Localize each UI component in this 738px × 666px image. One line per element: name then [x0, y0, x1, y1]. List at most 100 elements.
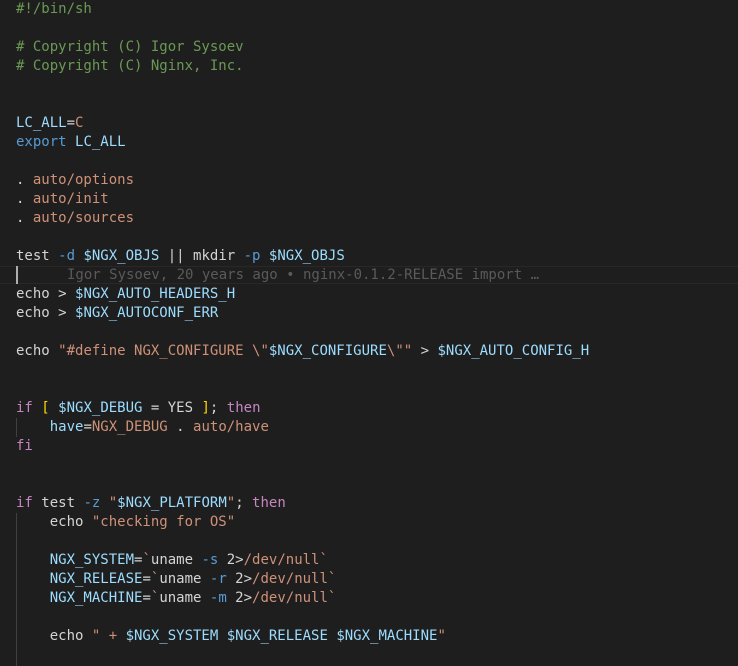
code-token: echo > — [16, 305, 76, 321]
code-token: uname — [150, 552, 202, 568]
code-token: "checking for OS" — [91, 514, 236, 530]
code-token: -d — [58, 248, 76, 264]
code-token: " — [437, 628, 446, 644]
code-token: ` — [142, 552, 151, 568]
code-token: # Copyright (C) Igor Sysoev — [16, 39, 244, 55]
code-token: -s — [201, 552, 219, 568]
code-line[interactable]: echo "checking for OS" — [16, 513, 235, 532]
code-token: = — [83, 419, 92, 435]
text-cursor — [16, 266, 18, 284]
code-line[interactable]: echo > $NGX_AUTOCONF_ERR — [16, 304, 218, 323]
code-token: $NGX_AUTOCONF_ERR — [75, 305, 219, 321]
code-line[interactable]: have=NGX_DEBUG . auto/have — [16, 418, 269, 437]
code-token: 2> — [226, 571, 253, 587]
code-token: have — [49, 419, 84, 435]
code-token: /dev/null` — [252, 571, 337, 587]
code-token: \"" — [386, 343, 413, 359]
code-token: then — [226, 400, 261, 416]
code-token: $NGX_OBJS — [268, 248, 345, 264]
code-line[interactable]: NGX_RELEASE=`uname -r 2>/dev/null` — [16, 570, 337, 589]
code-token: LC_ALL — [75, 134, 126, 150]
code-token: $NGX_AUTO_CONFIG_H — [437, 343, 590, 359]
code-line[interactable]: echo > $NGX_AUTO_HEADERS_H — [16, 285, 235, 304]
code-token: = — [142, 571, 151, 587]
code-token: . — [16, 210, 33, 226]
code-token: LC_ALL — [16, 115, 67, 131]
code-token: 2> — [218, 552, 244, 568]
code-token: 2> — [226, 590, 253, 606]
code-line[interactable]: echo "#define NGX_CONFIGURE \"$NGX_CONFI… — [16, 342, 589, 361]
code-line[interactable]: fi — [16, 437, 33, 456]
code-token: $NGX_PLATFORM — [117, 495, 227, 511]
code-token: fi — [16, 438, 33, 454]
code-token: if — [16, 495, 33, 511]
code-token: /dev/null` — [243, 552, 328, 568]
code-line[interactable]: . auto/init — [16, 190, 109, 209]
code-token: then — [252, 495, 286, 511]
code-token: -m — [209, 590, 227, 606]
code-token: uname — [159, 571, 210, 587]
code-token: [ — [41, 400, 50, 416]
code-line[interactable]: . auto/options — [16, 171, 134, 190]
code-token: NGX_MACHINE — [49, 590, 143, 606]
code-line[interactable]: if [ $NGX_DEBUG = YES ]; then — [16, 399, 261, 418]
code-editor[interactable]: #!/bin/sh # Copyright (C) Igor Sysoev # Co… — [0, 0, 738, 666]
code-token: # Copyright (C) Nginx, Inc. — [16, 58, 244, 74]
code-token: " — [226, 495, 236, 511]
code-token: export — [16, 134, 67, 150]
code-token: = — [142, 590, 151, 606]
code-token: $NGX_DEBUG — [58, 400, 143, 416]
code-token: ] — [201, 400, 210, 416]
code-token: > — [412, 343, 438, 359]
code-token: " + — [91, 628, 126, 644]
code-line[interactable]: echo " + $NGX_SYSTEM $NGX_RELEASE $NGX_M… — [16, 627, 446, 646]
code-token: echo — [16, 514, 92, 530]
code-line[interactable]: NGX_MACHINE=`uname -m 2>/dev/null` — [16, 589, 337, 608]
git-blame-annotation[interactable]: Igor Sysoev, 20 years ago • nginx-0.1.2-… — [67, 266, 539, 284]
code-token: C — [75, 115, 84, 131]
code-token: uname — [159, 590, 210, 606]
code-line[interactable]: NGX_SYSTEM=`uname -s 2>/dev/null` — [16, 551, 328, 570]
code-token: -r — [209, 571, 227, 587]
code-token: . — [16, 172, 33, 188]
code-token: NGX_SYSTEM — [49, 552, 135, 568]
code-line[interactable]: if test -z "$NGX_PLATFORM"; then — [16, 494, 286, 513]
code-token: $NGX_OBJS — [83, 248, 160, 264]
code-line[interactable]: test -d $NGX_OBJS || mkdir -p $NGX_OBJS — [16, 247, 345, 266]
code-token: "#define NGX_CONFIGURE \" — [58, 343, 269, 359]
code-line[interactable]: # Copyright (C) Nginx, Inc. — [16, 57, 244, 76]
code-token: auto/options — [32, 172, 135, 188]
code-token: = YES — [142, 400, 202, 416]
code-token: $NGX_CONFIGURE — [268, 343, 387, 359]
code-token: $NGX_MACHINE — [336, 628, 438, 644]
code-token: echo — [16, 628, 92, 644]
code-token: $NGX_AUTO_HEADERS_H — [75, 286, 236, 302]
code-token: echo > — [16, 286, 76, 302]
code-token: " — [108, 495, 118, 511]
code-token: /dev/null` — [252, 590, 337, 606]
code-token: ; — [235, 495, 253, 511]
code-line[interactable]: . auto/sources — [16, 209, 134, 228]
code-token: -p — [243, 248, 261, 264]
code-line[interactable]: # Copyright (C) Igor Sysoev — [16, 38, 244, 57]
code-token: auto/have — [193, 419, 269, 435]
code-token: auto/init — [32, 191, 109, 207]
code-line[interactable]: LC_ALL=C — [16, 114, 83, 133]
code-token: -z — [83, 495, 101, 511]
code-token: . — [16, 191, 33, 207]
code-token: if — [16, 400, 33, 416]
code-token: #!/bin/sh — [16, 1, 92, 17]
code-line[interactable]: #!/bin/sh — [16, 0, 92, 19]
code-token: $NGX_SYSTEM — [125, 628, 219, 644]
code-token: test — [32, 495, 84, 511]
code-line[interactable]: export LC_ALL — [16, 133, 126, 152]
code-token: = — [66, 115, 76, 131]
